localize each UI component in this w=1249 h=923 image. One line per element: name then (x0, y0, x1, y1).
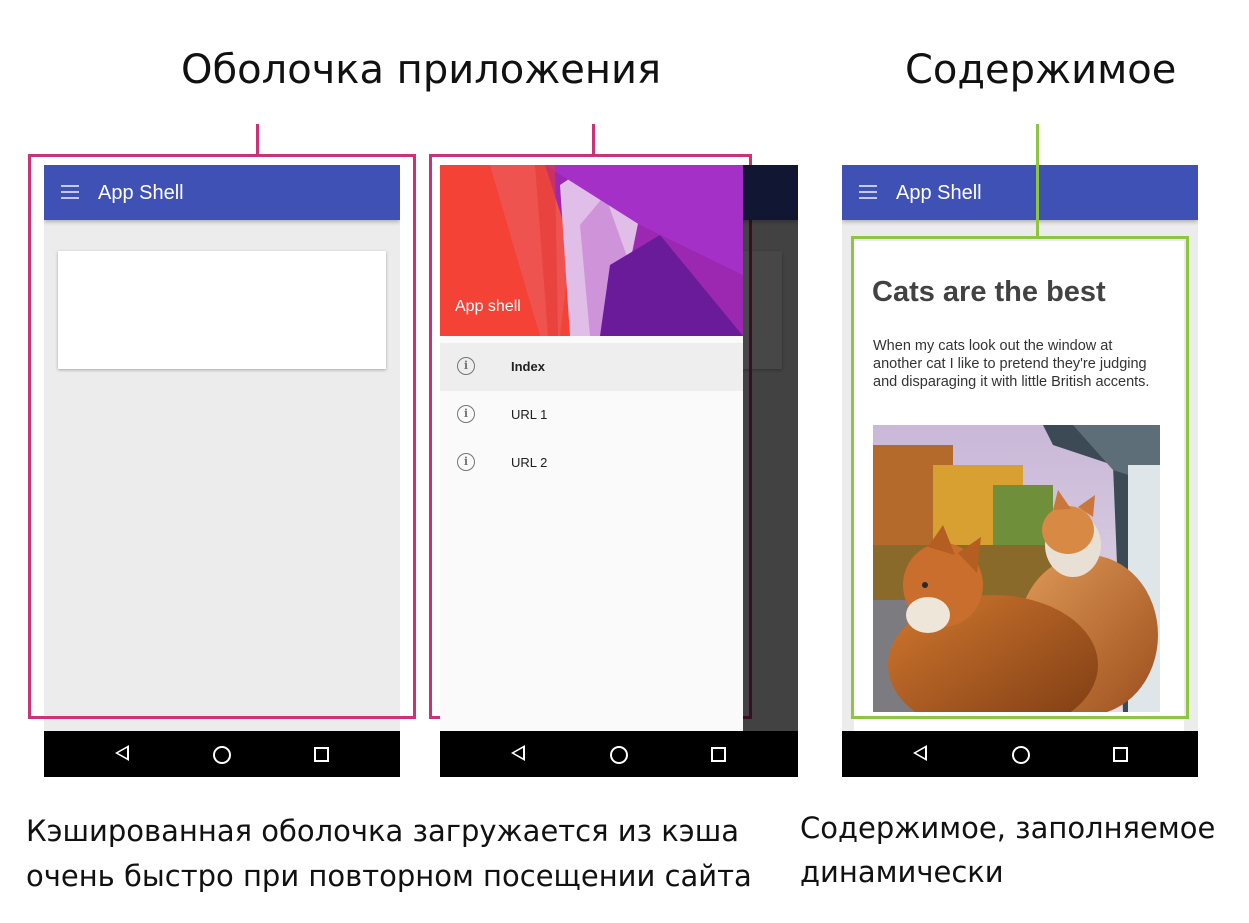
phone-drawer: App shell i Index i URL 1 i URL 2 (440, 165, 798, 777)
content-caption-line-1: Содержимое, заполняемое (800, 811, 1216, 845)
navigation-drawer: App shell i Index i URL 1 i URL 2 (440, 165, 743, 731)
drawer-item-url-1[interactable]: i URL 1 (440, 391, 743, 439)
drawer-item-index[interactable]: i Index (440, 343, 743, 391)
shell-connector-right (592, 124, 595, 156)
content-frame (851, 236, 1189, 719)
home-icon[interactable] (213, 746, 231, 764)
recent-apps-icon[interactable] (1113, 747, 1128, 762)
content-heading: Содержимое (905, 47, 1177, 93)
drawer-item-url-2[interactable]: i URL 2 (440, 439, 743, 487)
recent-apps-icon[interactable] (314, 747, 329, 762)
drawer-header: App shell (440, 165, 743, 336)
drawer-item-label: Index (511, 359, 545, 374)
drawer-item-label: URL 1 (511, 407, 548, 422)
shell-connector-left (256, 124, 259, 156)
content-connector (1036, 124, 1039, 238)
back-icon[interactable] (115, 745, 129, 761)
drawer-item-label: URL 2 (511, 455, 548, 470)
home-icon[interactable] (610, 746, 628, 764)
app-bar-title: App Shell (98, 182, 184, 204)
app-shell-heading: Оболочка приложения (181, 47, 662, 93)
recent-apps-icon[interactable] (711, 747, 726, 762)
menu-icon[interactable] (859, 185, 877, 199)
shell-caption-line-2: очень быстро при повторном посещении сай… (26, 859, 752, 893)
back-icon[interactable] (511, 745, 525, 761)
back-icon[interactable] (913, 745, 927, 761)
app-bar: App Shell (44, 165, 400, 220)
android-nav-bar (842, 731, 1198, 777)
info-icon: i (457, 357, 475, 375)
shell-caption-line-1: Кэшированная оболочка загружается из кэш… (26, 814, 740, 848)
app-bar: App Shell (842, 165, 1198, 220)
info-icon: i (457, 405, 475, 423)
android-nav-bar (44, 731, 400, 777)
android-nav-bar (440, 731, 798, 777)
drawer-header-title: App shell (455, 298, 521, 315)
info-icon: i (457, 453, 475, 471)
home-icon[interactable] (1012, 746, 1030, 764)
menu-icon[interactable] (61, 185, 79, 199)
app-shell-frame-left (28, 154, 416, 719)
content-caption-line-2: динамически (800, 855, 1004, 889)
app-bar-title: App Shell (896, 182, 982, 204)
